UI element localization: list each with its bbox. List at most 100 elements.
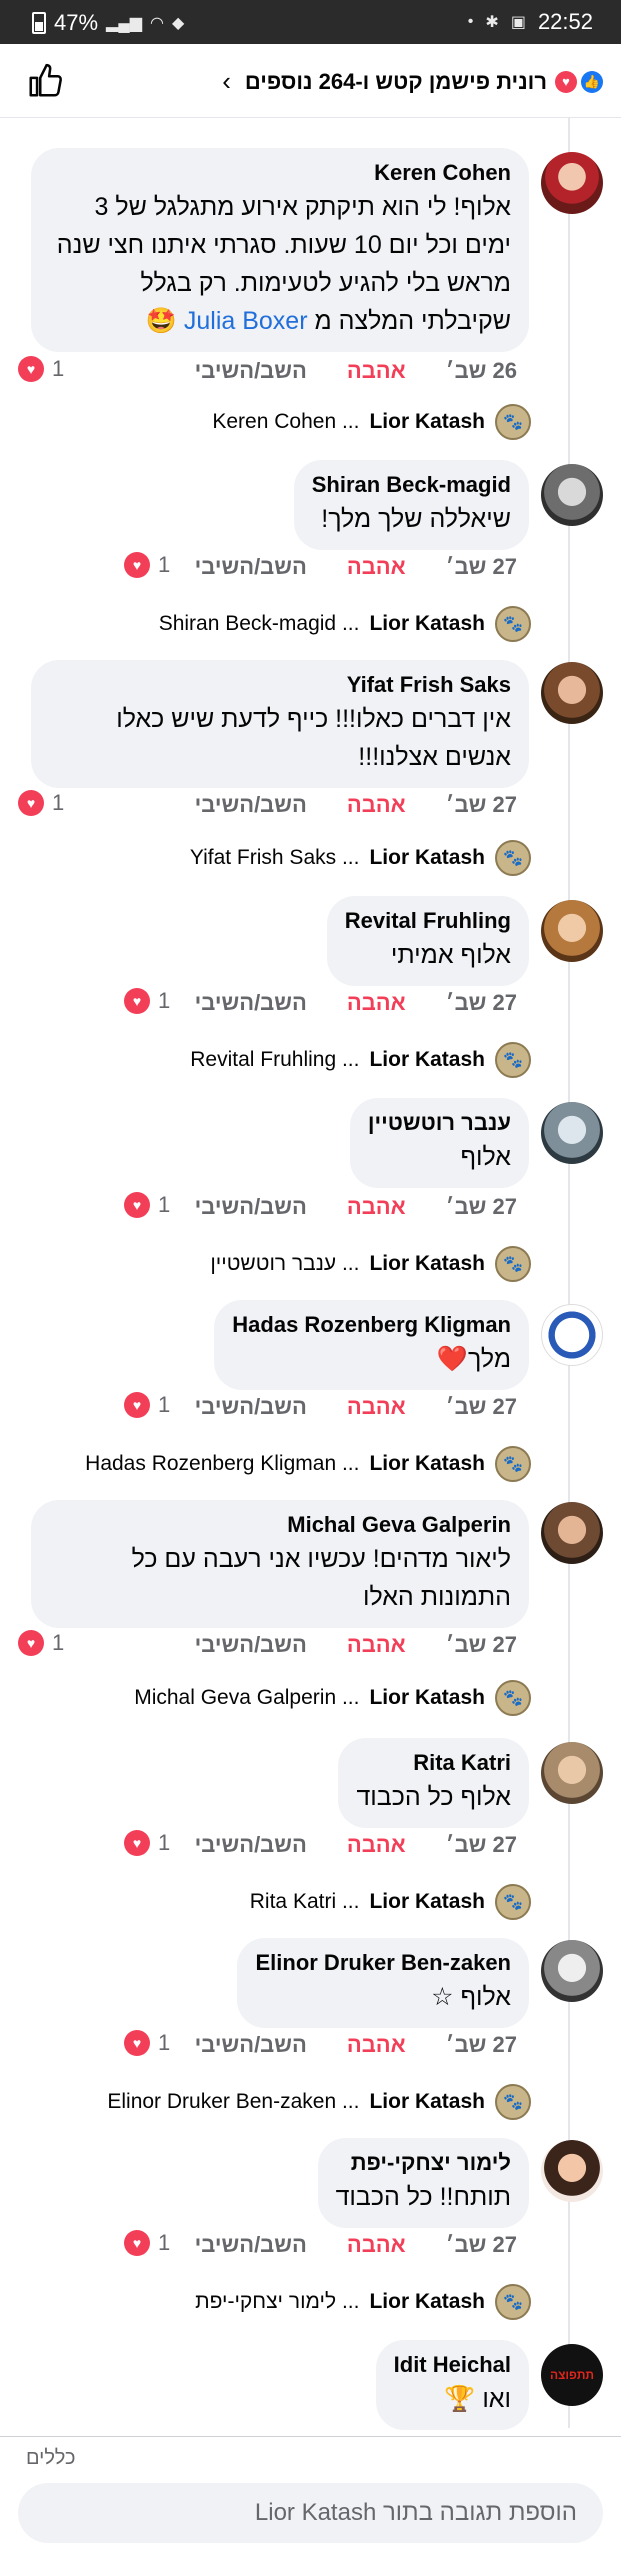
comment-text-line: שקיבלתי המלצה מ Julia Boxer 🤩 — [49, 302, 511, 340]
comment-time[interactable]: 27 שב׳ — [446, 2032, 517, 2058]
reaction-count[interactable]: ♥ 1 — [124, 552, 170, 578]
reaction-count[interactable]: ♥ 1 — [18, 356, 64, 382]
reply-button[interactable]: השב/השיבי — [195, 1632, 307, 1658]
love-button[interactable]: אהבה — [347, 990, 406, 1016]
status-bar: 47% ▂▄▆ ◠ ◆ • ✱ ▣ 22:52 — [0, 0, 621, 44]
avatar[interactable] — [541, 662, 603, 724]
love-button[interactable]: אהבה — [347, 1832, 406, 1858]
reply-button[interactable]: השב/השיבי — [195, 990, 307, 1016]
reaction-count[interactable]: ♥ 1 — [18, 790, 64, 816]
comment-author[interactable]: Elinor Druker Ben-zaken — [255, 1948, 511, 1978]
comment-time[interactable]: 27 שב׳ — [446, 990, 517, 1016]
battery-percent: 47% — [54, 10, 99, 35]
comment-time[interactable]: 27 שב׳ — [446, 1832, 517, 1858]
reply-preview[interactable]: Keren Cohen ... Lior Katash 🐾 — [212, 404, 531, 440]
love-button[interactable]: אהבה — [347, 1394, 406, 1420]
reply-preview[interactable]: Rita Katri ... Lior Katash 🐾 — [250, 1884, 531, 1920]
love-button[interactable]: אהבה — [347, 2032, 406, 2058]
reaction-count-number: 1 — [158, 1830, 171, 1855]
reply-preview[interactable]: לימור יצחקי-יפת ... Lior Katash 🐾 — [195, 2284, 531, 2320]
reply-button[interactable]: השב/השיבי — [195, 2032, 307, 2058]
reaction-count[interactable]: ♥ 1 — [124, 1392, 170, 1418]
reaction-count[interactable]: ♥ 1 — [18, 1630, 64, 1656]
reply-preview[interactable]: Shiran Beck-magid ... Lior Katash 🐾 — [159, 606, 531, 642]
reply-button[interactable]: השב/השיבי — [195, 792, 307, 818]
comment-text: אלוף אמיתי — [390, 941, 511, 969]
love-button[interactable]: אהבה — [347, 2232, 406, 2258]
reply-avatar: 🐾 — [495, 1042, 531, 1078]
avatar[interactable] — [541, 1502, 603, 1564]
rules-link[interactable]: כללים — [26, 2447, 75, 2470]
reply-button[interactable]: השב/השיבי — [195, 554, 307, 580]
comment-time[interactable]: 27 שב׳ — [446, 2232, 517, 2258]
comment-bubble: Michal Geva Galperin ליאור מדהים! עכשיו … — [31, 1500, 529, 1628]
gallery-icon: ▣ — [510, 14, 526, 31]
reply-target: Rita Katri ... — [249, 1890, 360, 1913]
comment-time[interactable]: 26 שב׳ — [446, 358, 517, 384]
reply-preview[interactable]: Revital Fruhling ... Lior Katash 🐾 — [190, 1042, 531, 1078]
comment-author[interactable]: Shiran Beck-magid — [312, 470, 511, 500]
reply-target: Michal Geva Galperin ... — [134, 1686, 360, 1709]
comment-author[interactable]: Rita Katri — [356, 1748, 511, 1778]
comment-author[interactable]: Hadas Rozenberg Kligman — [232, 1310, 511, 1340]
comment-bubble: Keren Cohen אלוף! לי הוא תיקתק אירוע מתג… — [31, 148, 529, 352]
avatar[interactable] — [541, 900, 603, 962]
love-button[interactable]: אהבה — [347, 1632, 406, 1658]
reply-preview[interactable]: Michal Geva Galperin ... Lior Katash 🐾 — [134, 1680, 531, 1716]
reply-preview[interactable]: ענבר רוטשטיין ... Lior Katash 🐾 — [210, 1246, 531, 1282]
comment-author[interactable]: Yifat Frish Saks — [49, 670, 511, 700]
comment-author[interactable]: Revital Fruhling — [345, 906, 511, 936]
comment-author[interactable]: Michal Geva Galperin — [49, 1510, 511, 1540]
avatar[interactable] — [541, 152, 603, 214]
reaction-count[interactable]: ♥ 1 — [124, 2230, 170, 2256]
comment-text-line: ימים וכל יום 10 שעות. סגרתי איתנו חצי שנ… — [56, 231, 511, 259]
comment-time[interactable]: 27 שב׳ — [446, 1194, 517, 1220]
reply-preview[interactable]: Elinor Druker Ben-zaken ... Lior Katash … — [107, 2084, 531, 2120]
reply-button[interactable]: השב/השיבי — [195, 1194, 307, 1220]
emoji: ❤️ — [436, 1345, 468, 1373]
avatar[interactable] — [541, 1102, 603, 1164]
comment-author[interactable]: לימור יצחקי-יפת — [336, 2148, 511, 2178]
love-button[interactable]: אהבה — [347, 792, 406, 818]
comment-author[interactable]: Idit Heichal — [394, 2350, 511, 2380]
comment-author[interactable]: ענבר רוטשטיין — [368, 1108, 511, 1138]
heart-icon: ♥ — [124, 1392, 150, 1418]
reaction-count-number: 1 — [158, 552, 171, 577]
avatar[interactable] — [541, 1940, 603, 2002]
comment-actions: 26 שב׳ אהבה השב/השיבי — [195, 358, 517, 384]
reply-preview[interactable]: Yifat Frish Saks ... Lior Katash 🐾 — [190, 840, 531, 876]
reactions-summary[interactable]: 👍 ♥ רונית פישמן קטש ו-264 נוספים › — [222, 66, 603, 97]
reaction-count[interactable]: ♥ 1 — [124, 1192, 170, 1218]
comment-time[interactable]: 27 שב׳ — [446, 1394, 517, 1420]
reply-target: ענבר רוטשטיין ... — [210, 1252, 360, 1275]
reply-button[interactable]: השב/השיבי — [195, 1832, 307, 1858]
avatar[interactable]: תתפוצה — [541, 2344, 603, 2406]
avatar[interactable] — [541, 464, 603, 526]
reaction-count[interactable]: ♥ 1 — [124, 988, 170, 1014]
avatar[interactable] — [541, 1742, 603, 1804]
comment-bubble: Elinor Druker Ben-zaken אלוף ☆ — [237, 1938, 529, 2028]
reaction-count[interactable]: ♥ 1 — [124, 2030, 170, 2056]
reaction-count[interactable]: ♥ 1 — [124, 1830, 170, 1856]
avatar[interactable] — [541, 1304, 603, 1366]
reply-author: Lior Katash — [369, 1686, 485, 1709]
comment-actions: 27 שב׳ אהבה השב/השיבי — [195, 554, 517, 580]
love-button[interactable]: אהבה — [347, 554, 406, 580]
love-button[interactable]: אהבה — [347, 358, 406, 384]
comment-time[interactable]: 27 שב׳ — [446, 792, 517, 818]
signal-icon: ▂▄▆ — [106, 15, 142, 32]
reply-avatar: 🐾 — [495, 404, 531, 440]
comment-author[interactable]: Keren Cohen — [49, 158, 511, 188]
reply-button[interactable]: השב/השיבי — [195, 2232, 307, 2258]
comment-time[interactable]: 27 שב׳ — [446, 554, 517, 580]
comment-actions: 27 שב׳ אהבה השב/השיבי — [195, 1194, 517, 1220]
reply-button[interactable]: השב/השיבי — [195, 1394, 307, 1420]
mention-link[interactable]: Julia Boxer — [184, 307, 308, 335]
like-outline-icon[interactable] — [26, 62, 64, 100]
avatar[interactable] — [541, 2140, 603, 2202]
comment-time[interactable]: 27 שב׳ — [446, 1632, 517, 1658]
love-button[interactable]: אהבה — [347, 1194, 406, 1220]
comment-input[interactable] — [18, 2483, 603, 2543]
reply-button[interactable]: השב/השיבי — [195, 358, 307, 384]
reply-preview[interactable]: Hadas Rozenberg Kligman ... Lior Katash … — [85, 1446, 531, 1482]
